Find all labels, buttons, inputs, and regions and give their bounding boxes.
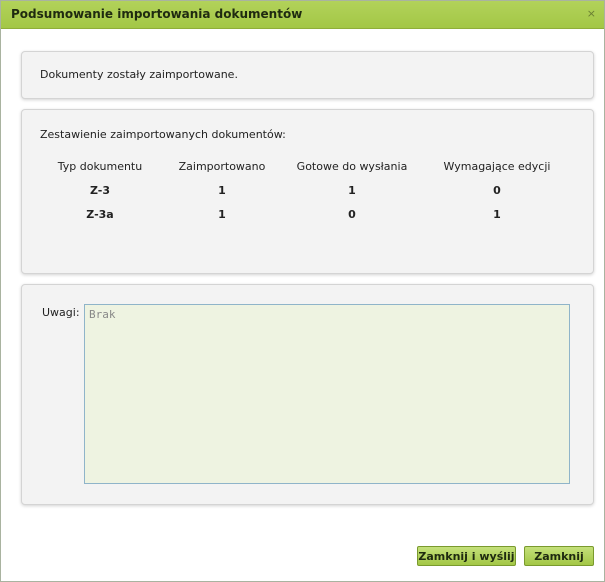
summary-panel: Zestawienie zaimportowanych dokumentów: … (21, 109, 594, 274)
close-button[interactable]: Zamknij (524, 546, 594, 566)
row-2-document-type: Z-3a (86, 208, 114, 221)
row-2-ready-to-send: 0 (348, 208, 356, 221)
row-1-imported: 1 (218, 184, 226, 197)
row-2-requires-editing: 1 (493, 208, 501, 221)
header-imported: Zaimportowano (178, 160, 266, 173)
header-document-type: Typ dokumentu (57, 160, 143, 173)
row-2-imported: 1 (218, 208, 226, 221)
summary-title: Zestawienie zaimportowanych dokumentów: (40, 128, 286, 141)
notes-panel: Uwagi: Brak (21, 284, 594, 505)
dialog-titlebar[interactable]: Podsumowanie importowania dokumentów × (1, 1, 604, 29)
close-and-send-button[interactable]: Zamknij i wyślij (417, 546, 516, 566)
row-1-ready-to-send: 1 (348, 184, 356, 197)
import-summary-dialog: Podsumowanie importowania dokumentów × D… (0, 0, 605, 582)
header-requires-editing: Wymagające edycji (443, 160, 551, 173)
header-ready-to-send: Gotowe do wysłania (296, 160, 408, 173)
notes-textarea[interactable]: Brak (84, 304, 570, 484)
notes-label: Uwagi: (42, 306, 80, 319)
close-icon[interactable]: × (587, 7, 596, 20)
row-1-requires-editing: 0 (493, 184, 501, 197)
status-panel: Dokumenty zostały zaimportowane. (21, 51, 594, 99)
row-1-document-type: Z-3 (89, 184, 110, 197)
dialog-title: Podsumowanie importowania dokumentów (11, 7, 303, 21)
status-message: Dokumenty zostały zaimportowane. (40, 68, 238, 81)
